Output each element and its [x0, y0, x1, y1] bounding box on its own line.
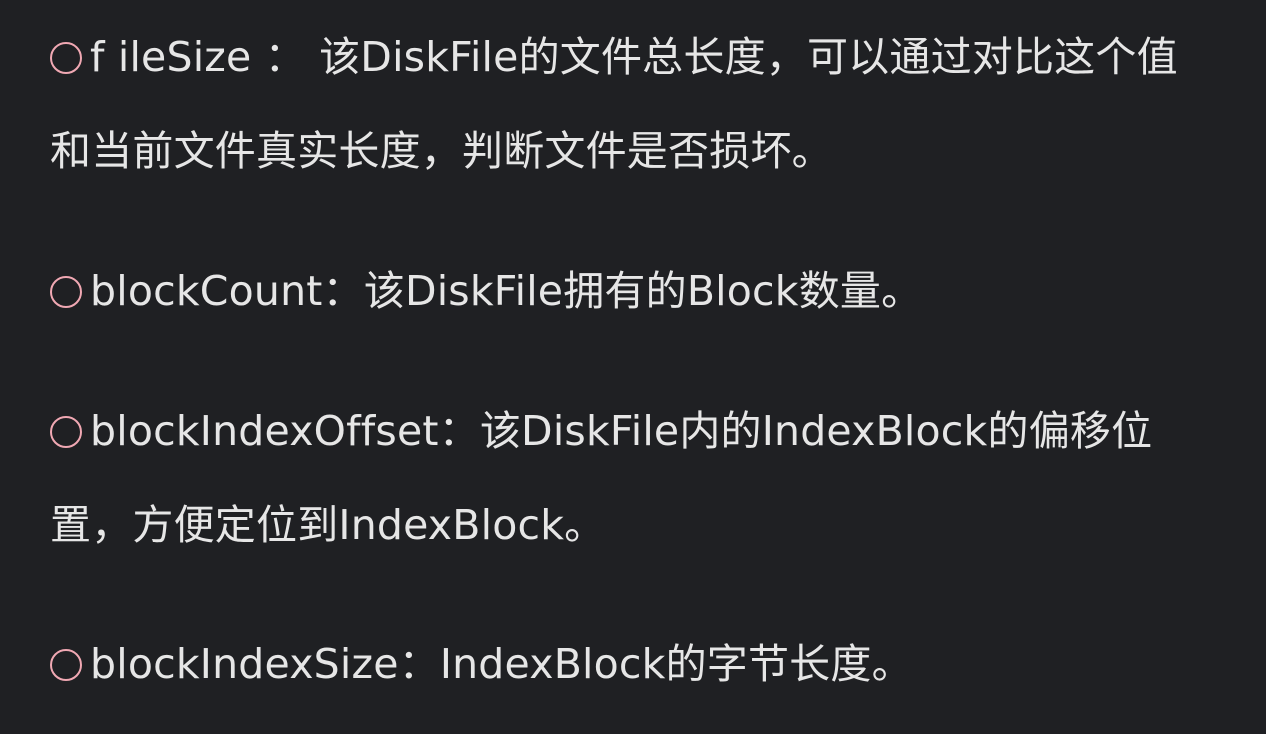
- list-item-blockcount: blockCount：该DiskFile拥有的Block数量。: [0, 244, 1266, 338]
- list-item-filesize: f ileSize ： 该DiskFile的文件总长度，可以通过对比这个值和当前…: [0, 10, 1266, 198]
- list-item-text: blockIndexSize：IndexBlock的字节长度。: [90, 640, 913, 688]
- circle-bullet-icon: [50, 276, 82, 308]
- list-item-blockindexsize: blockIndexSize：IndexBlock的字节长度。: [0, 617, 1266, 711]
- list-item-text: f ileSize ： 该DiskFile的文件总长度，可以通过对比这个值和当前…: [50, 33, 1178, 175]
- list-item-text: blockCount：该DiskFile拥有的Block数量。: [90, 267, 923, 315]
- circle-bullet-icon: [50, 416, 82, 448]
- list-item-text: blockIndexOffset：该DiskFile内的IndexBlock的偏…: [50, 407, 1153, 549]
- circle-bullet-icon: [50, 649, 82, 681]
- circle-bullet-icon: [50, 42, 82, 74]
- list-item-blockindexoffset: blockIndexOffset：该DiskFile内的IndexBlock的偏…: [0, 384, 1266, 572]
